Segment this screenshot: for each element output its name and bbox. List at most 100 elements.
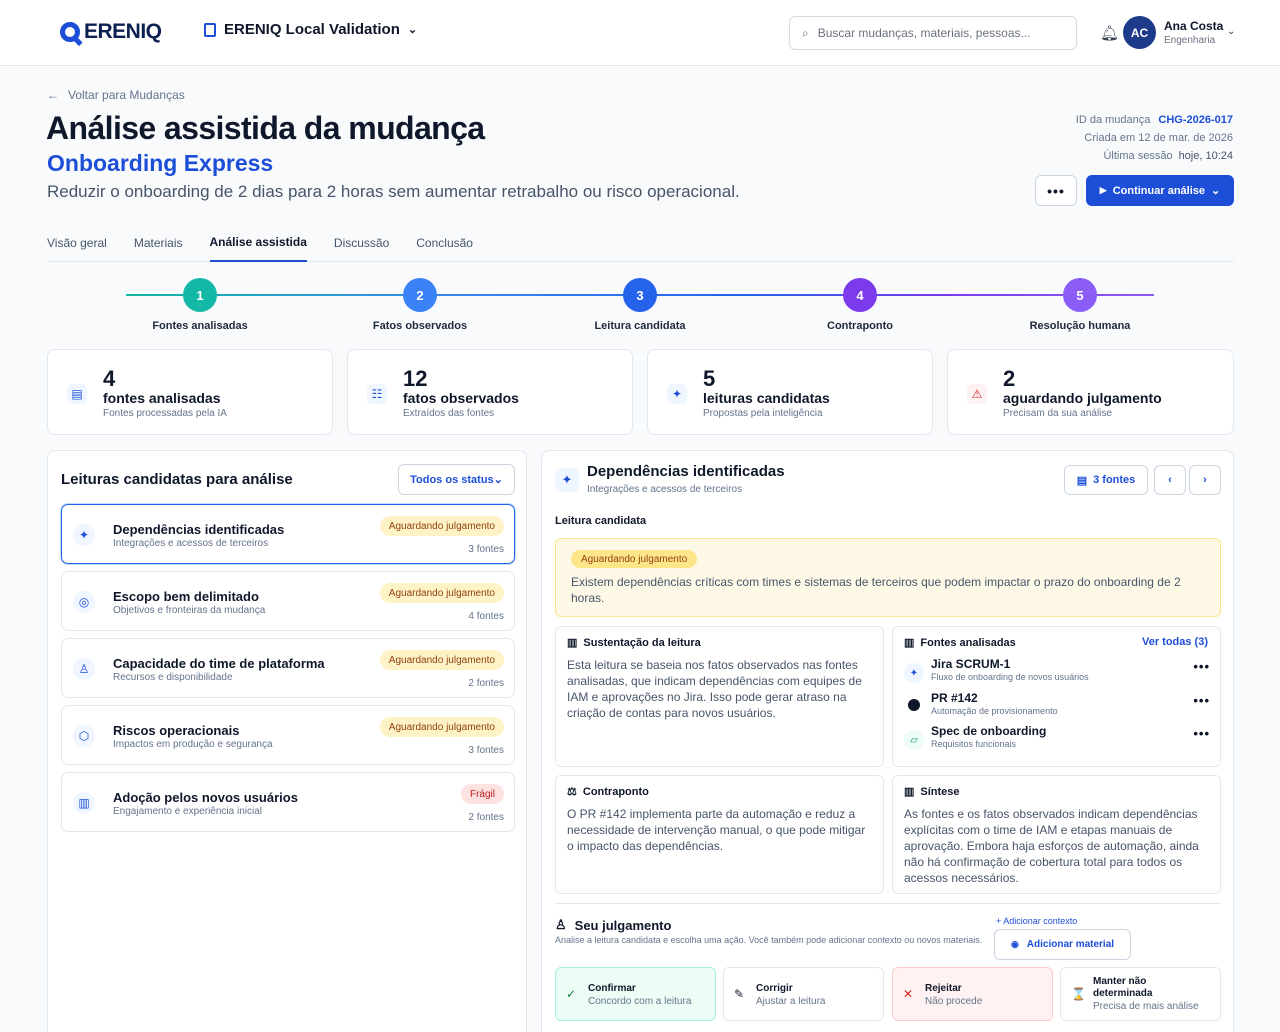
back-label: Voltar para Mudanças (68, 88, 185, 102)
step-label: Fontes analisadas (152, 320, 248, 332)
kpi-sub: Precisam da sua análise (1003, 408, 1112, 419)
search-input[interactable]: ⌕ Buscar mudanças, materiais, pessoas... (789, 16, 1077, 50)
more-options-button[interactable]: ••• (1035, 175, 1077, 206)
kpi-candidate-readings: ✦ 5 leituras candidatas Propostas pela i… (647, 349, 933, 435)
kpi-awaiting: ⚠ 2 aguardando julgamento Precisam da su… (947, 349, 1234, 435)
more-icon[interactable]: ••• (1193, 693, 1210, 708)
confirm-button[interactable]: ✓ Confirmar Concordo com a leitura (555, 967, 716, 1021)
columns-icon: ▥ (904, 786, 915, 798)
synthesis-header: ▥ Síntese (904, 785, 960, 799)
synthesis-text: As fontes e os fatos observados indicam … (904, 807, 1199, 885)
target-icon: ◎ (73, 591, 95, 613)
item-sub: Integrações e acessos de terceiros (113, 538, 269, 549)
more-icon[interactable]: ••• (1193, 726, 1210, 741)
correct-button[interactable]: ✎ Corrigir Ajustar a leitura (723, 967, 884, 1021)
user-menu-chevron-icon[interactable]: ⌄ (1227, 26, 1235, 37)
more-icon[interactable]: ••• (1193, 659, 1210, 674)
action-sub: Precisa de mais análise (1093, 1001, 1199, 1012)
chevron-down-icon: ⌄ (493, 474, 503, 486)
support-title: Sustentação da leitura (583, 636, 701, 649)
meta-value: hoje, 10:24 (1178, 150, 1233, 162)
columns-icon: ▥ (904, 637, 915, 649)
kpi-value: 4 (103, 366, 116, 391)
meta-label: ID da mudança (1075, 114, 1151, 126)
kpi-sources: ▤ 4 fontes analisadas Fontes processadas… (47, 349, 333, 435)
scale-icon: ⚖ (567, 786, 577, 798)
play-icon: ▶ (1099, 185, 1107, 195)
step-facts[interactable]: 2 Fatos observados (340, 278, 500, 332)
status-badge: Aguardando julgamento (379, 516, 504, 536)
kpi-title: leituras candidatas (703, 390, 830, 406)
step-candidate-reading[interactable]: 3 Leitura candidata (560, 278, 720, 332)
source-item[interactable]: PR #142 Automação de provisionamento ••• (904, 691, 1210, 723)
tab-overview[interactable]: Visão geral (47, 224, 107, 262)
continue-label: Continuar análise (1112, 184, 1205, 197)
tab-assisted-analysis[interactable]: Análise assistida (209, 224, 307, 262)
kpi-title: fontes analisadas (103, 390, 221, 406)
list-item[interactable]: ▥ Adoção pelos novos usuários Engajament… (61, 772, 515, 832)
chevron-down-icon: ⌄ (1211, 185, 1221, 197)
next-button[interactable]: › (1189, 465, 1221, 495)
kpi-facts: ☷ 12 fatos observados Extraídos das font… (347, 349, 633, 435)
chevron-right-icon: › (1203, 474, 1207, 486)
add-material-button[interactable]: ◉ Adicionar material (994, 929, 1131, 960)
list-item[interactable]: ◎ Escopo bem delimitado Objetivos e fron… (61, 571, 515, 631)
building-icon (204, 22, 216, 37)
meta-value: CHG-2026-017 (1158, 114, 1233, 126)
previous-button[interactable]: ‹ (1154, 465, 1186, 495)
item-title: Adoção pelos novos usuários (113, 790, 298, 805)
source-item[interactable]: ✦ Jira SCRUM-1 Fluxo de onboarding de no… (904, 657, 1210, 689)
top-bar: ERENIQ ERENIQ Local Validation ⌄ ⌕ Busca… (0, 0, 1280, 66)
sources-box: ▥ Fontes analisadas Ver todas (3) ✦ Jira … (892, 626, 1221, 767)
judgment-header: ♙ Seu julgamento (555, 917, 671, 933)
avatar[interactable]: AC (1123, 16, 1156, 49)
bar-chart-icon: ▥ (73, 792, 95, 814)
step-sources[interactable]: 1 Fontes analisadas (120, 278, 280, 332)
judgment-sub: Analise a leitura candidata e escolha um… (555, 935, 983, 945)
keep-undetermined-button[interactable]: ⌛ Manter não determinada Precisa de mais… (1060, 967, 1221, 1021)
step-counterpoint[interactable]: 4 Contraponto (780, 278, 940, 332)
sparkle-icon: ✦ (667, 384, 687, 404)
analysis-stepper: 1 Fontes analisadas 2 Fatos observados 3… (0, 270, 1280, 336)
filter-label: Todos os status (410, 473, 494, 486)
list-item[interactable]: ♙ Capacidade do time de plataforma Recur… (61, 638, 515, 698)
pencil-icon: ✎ (734, 987, 745, 1001)
tab-discussion[interactable]: Discussão (334, 224, 389, 262)
item-sub: Impactos em produção e segurança (113, 739, 273, 750)
x-icon: ✕ (903, 987, 914, 1001)
tab-materials[interactable]: Materiais (134, 224, 183, 262)
source-item[interactable]: ▱ Spec de onboarding Requisitos funciona… (904, 724, 1210, 756)
continue-analysis-button[interactable]: ▶ Continuar análise ⌄ (1086, 175, 1234, 206)
notifications-bell-icon[interactable]: 🔔︎ (1100, 24, 1119, 42)
list-item[interactable]: ✦ Dependências identificadas Integrações… (61, 504, 515, 564)
candidate-reading-text: Existem dependências críticas com times … (571, 575, 1181, 605)
action-sub: Não procede (925, 996, 983, 1007)
document-icon: ▤ (67, 384, 87, 404)
support-box: ▥ Sustentação da leitura Esta leitura se … (555, 626, 884, 767)
add-context-link[interactable]: + Adicionar contexto (996, 916, 1077, 926)
synthesis-box: ▥ Síntese As fontes e os fatos observados… (892, 775, 1221, 894)
detail-sub: Integrações e acessos de terceiros (587, 484, 743, 495)
candidate-reading-box: Aguardando julgamento Existem dependênci… (555, 538, 1221, 617)
document-icon: ▤ (1076, 474, 1088, 487)
back-link[interactable]: ← Voltar para Mudanças (47, 88, 185, 102)
item-sub: Recursos e disponibilidade (113, 672, 233, 683)
workspace-selector[interactable]: ERENIQ Local Validation ⌄ (204, 21, 417, 38)
source-count: 2 fontes (468, 812, 504, 823)
step-human-resolution[interactable]: 5 Resolução humana (1000, 278, 1160, 332)
brand-name: ERENIQ (84, 20, 162, 43)
reject-button[interactable]: ✕ Rejeitar Não procede (892, 967, 1053, 1021)
search-placeholder: Buscar mudanças, materiais, pessoas... (817, 26, 1031, 40)
item-sub: Engajamento e experiência inicial (113, 806, 262, 817)
sources-button[interactable]: ▤ 3 fontes (1064, 465, 1148, 495)
tab-conclusion[interactable]: Conclusão (416, 224, 473, 262)
page-title: Análise assistida da mudança (46, 110, 485, 146)
support-header: ▥ Sustentação da leitura (567, 636, 701, 650)
list-item[interactable]: ⬡ Riscos operacionais Impactos em produç… (61, 705, 515, 765)
see-all-link[interactable]: Ver todas (3) (1142, 636, 1208, 648)
ereniq-logo[interactable]: ERENIQ (60, 20, 162, 44)
step-label: Fatos observados (372, 320, 468, 332)
change-description: Reduzir o onboarding de 2 dias para 2 ho… (47, 182, 740, 201)
status-filter-select[interactable]: Todos os status ⌄ (398, 464, 515, 495)
kpi-value: 12 (403, 366, 428, 391)
